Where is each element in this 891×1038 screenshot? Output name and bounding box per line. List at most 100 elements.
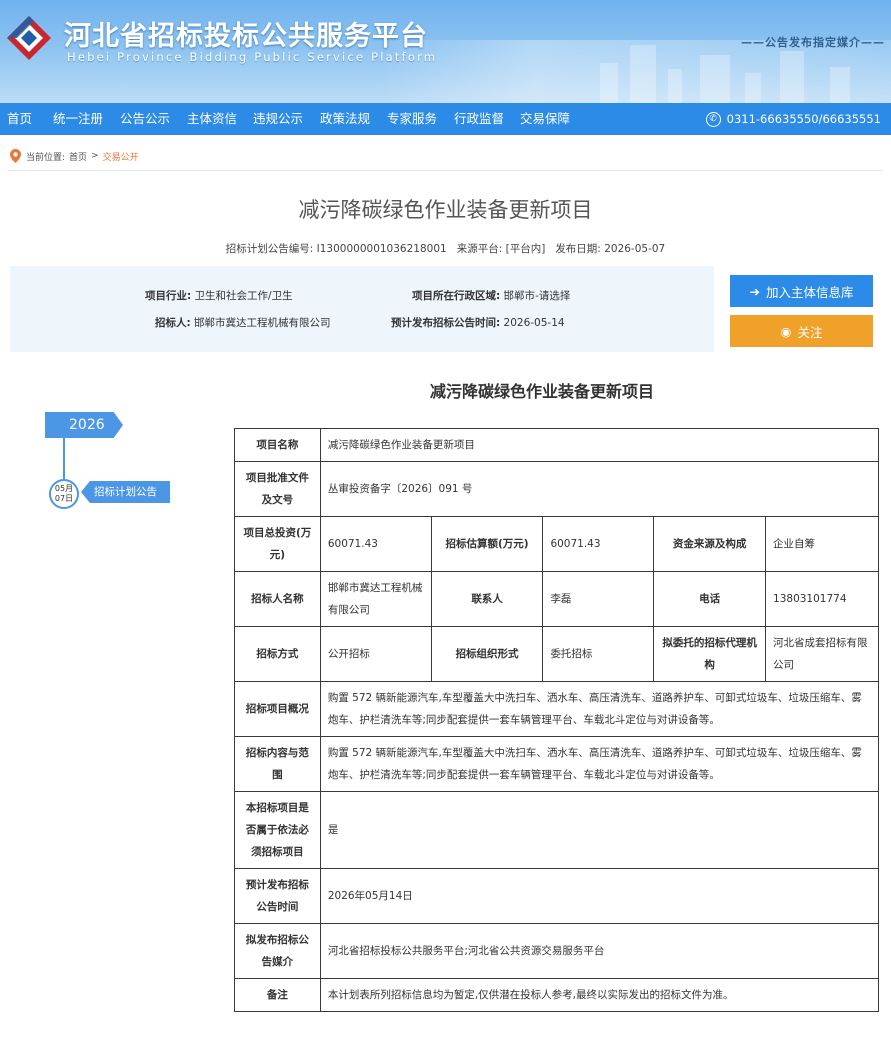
table-row: 招标人名称 邯郸市冀达工程机械有限公司 联系人 李磊 电话 1380310177…: [234, 571, 879, 627]
table-cell: 60071.43: [542, 516, 655, 572]
hotline-number: 0311-66635550/66635551: [726, 112, 881, 126]
breadcrumb-separator: >: [91, 151, 99, 161]
table-header-cell: 备注: [234, 978, 321, 1012]
planned-date-label: 预计发布招标公告时间:: [391, 317, 501, 329]
nav-item-policies[interactable]: 政策法规: [320, 103, 370, 135]
main-nav: 首页 统一注册 公告公示 主体资信 违规公示 政策法规 专家服务 行政监督 交易…: [0, 103, 891, 135]
breadcrumb: 当前位置: 首页 > 交易公开: [10, 149, 143, 163]
page-title: 减污降碳绿色作业装备更新项目: [298, 198, 593, 222]
add-button-label: 加入主体信息库: [765, 284, 854, 300]
timeline-day: 07日: [54, 494, 74, 503]
media-note: ——公告发布指定媒介——: [741, 36, 885, 49]
project-info-box: 项目行业: 卫生和社会工作/卫生 项目所在行政区域: 邯郸市-请选择 招标人: …: [10, 266, 714, 352]
banner-building: [780, 51, 804, 103]
divider: [8, 170, 883, 171]
table-cell: 是: [319, 791, 880, 869]
table-cell: 60071.43: [319, 516, 432, 572]
table-header-cell: 招标项目概况: [234, 681, 321, 737]
table-header-cell: 资金来源及构成: [653, 516, 767, 572]
table-cell: 2026年05月14日: [319, 868, 880, 924]
table-header-cell: 招标人名称: [234, 571, 321, 627]
breadcrumb-prefix: 当前位置:: [26, 152, 66, 163]
tenderer-label: 招标人:: [155, 317, 191, 329]
table-row: 项目总投资(万元) 60071.43 招标估算额(万元) 60071.43 资金…: [234, 516, 879, 572]
table-cell: 本计划表所列招标信息均为暂定,仅供潜在投标人参考,最终以实际发出的招标文件为准。: [319, 978, 880, 1012]
eye-icon: ◉: [780, 323, 792, 339]
site-logo-icon[interactable]: [4, 13, 54, 63]
table-row: 本招标项目是否属于依法必须招标项目 是: [234, 791, 880, 869]
meta-source: [平台内]: [505, 243, 546, 255]
announcement-meta: 招标计划公告编号: I1300000001036218001 来源平台: [平台…: [0, 241, 891, 256]
table-row: 招标方式 公开招标 招标组织形式 委托招标 拟委托的招标代理机构 河北省成套招标…: [234, 626, 879, 682]
meta-source-label: 来源平台:: [456, 243, 503, 255]
table-header-cell: 本招标项目是否属于依法必须招标项目: [234, 791, 321, 869]
meta-date: 2026-05-07: [604, 243, 666, 255]
info-tenderer: 招标人: 邯郸市冀达工程机械有限公司: [155, 315, 331, 330]
breadcrumb-current[interactable]: 交易公开: [103, 150, 139, 163]
site-subtitle: Hebei Province Bidding Public Service Pl…: [67, 50, 438, 64]
timeline-event-tag[interactable]: 招标计划公告: [81, 481, 170, 503]
table-cell: 丛审投资备字〔2026〕091 号: [319, 461, 880, 517]
table-row: 招标项目概况 购置 572 辆新能源汽车,车型覆盖大中洗扫车、洒水车、高压清洗车…: [234, 681, 880, 737]
meta-code: I1300000001036218001: [316, 243, 447, 255]
table-row: 项目名称 减污降碳绿色作业装备更新项目: [234, 428, 880, 462]
add-to-entity-library-button[interactable]: ➔ 加入主体信息库: [730, 275, 873, 307]
meta-date-label: 发布日期:: [555, 243, 601, 255]
tenderer-value: 邯郸市冀达工程机械有限公司: [194, 317, 331, 329]
nav-item-home[interactable]: 首页: [7, 103, 32, 135]
banner-building: [700, 55, 730, 103]
table-cell: 13803101774: [765, 571, 879, 627]
table-header-cell: 招标组织形式: [430, 626, 544, 682]
table-header-cell: 招标方式: [234, 626, 321, 682]
follow-button-label: 关注: [797, 324, 823, 340]
table-cell: 企业自筹: [765, 516, 879, 572]
table-cell: 公开招标: [319, 626, 432, 682]
industry-value: 卫生和社会工作/卫生: [194, 290, 293, 302]
table-header-cell: 拟发布招标公告媒介: [234, 923, 321, 979]
nav-item-experts[interactable]: 专家服务: [387, 103, 437, 135]
phone-icon: ✆: [705, 111, 721, 127]
nav-item-credit[interactable]: 主体资信: [187, 103, 237, 135]
site-title[interactable]: 河北省招标投标公共服务平台: [64, 14, 428, 53]
timeline-year: 2026: [45, 412, 123, 438]
timeline-date: 05月 07日: [49, 479, 79, 509]
nav-item-trade-guarantee[interactable]: 交易保障: [520, 103, 570, 135]
breadcrumb-home[interactable]: 首页: [69, 150, 87, 163]
industry-label: 项目行业:: [145, 290, 192, 302]
table-row: 备注 本计划表所列招标信息均为暂定,仅供潜在投标人参考,最终以实际发出的招标文件…: [234, 978, 880, 1012]
nav-item-register[interactable]: 统一注册: [53, 103, 103, 135]
banner-building: [600, 63, 618, 103]
region-value: 邯郸市-请选择: [503, 290, 571, 302]
banner-building: [668, 69, 682, 103]
timeline-month: 05月: [54, 484, 74, 493]
table-cell: 河北省招标投标公共服务平台;河北省公共资源交易服务平台: [319, 923, 880, 979]
table-cell: 河北省成套招标有限公司: [765, 626, 879, 682]
nav-item-violations[interactable]: 违规公示: [253, 103, 303, 135]
table-cell: 购置 572 辆新能源汽车,车型覆盖大中洗扫车、洒水车、高压清洗车、道路养护车、…: [319, 736, 880, 792]
project-table: 项目名称 减污降碳绿色作业装备更新项目 项目批准文件及文号 丛审投资备字〔202…: [234, 428, 880, 1012]
info-planned-date: 预计发布招标公告时间: 2026-05-14: [391, 315, 565, 330]
sign-in-icon: ➔: [749, 283, 760, 299]
table-cell: 委托招标: [542, 626, 655, 682]
table-row: 招标内容与范围 购置 572 辆新能源汽车,车型覆盖大中洗扫车、洒水车、高压清洗…: [234, 736, 880, 792]
table-cell: 邯郸市冀达工程机械有限公司: [319, 571, 432, 627]
table-header-cell: 预计发布招标公告时间: [234, 868, 321, 924]
table-row: 预计发布招标公告时间 2026年05月14日: [234, 868, 880, 924]
table-header-cell: 招标估算额(万元): [430, 516, 544, 572]
table-header-cell: 电话: [653, 571, 767, 627]
nav-item-supervision[interactable]: 行政监督: [454, 103, 504, 135]
nav-item-announcements[interactable]: 公告公示: [120, 103, 170, 135]
table-header-cell: 联系人: [430, 571, 544, 627]
table-header-cell: 项目批准文件及文号: [234, 461, 321, 517]
banner-building: [745, 73, 761, 103]
planned-date-value: 2026-05-14: [503, 317, 565, 329]
header-banner: 河北省招标投标公共服务平台 Hebei Province Bidding Pub…: [0, 0, 891, 103]
region-label: 项目所在行政区域:: [412, 290, 501, 302]
table-header-cell: 项目总投资(万元): [234, 516, 321, 572]
hotline: ✆ 0311-66635550/66635551: [705, 103, 881, 135]
banner-building: [830, 67, 850, 103]
info-industry: 项目行业: 卫生和社会工作/卫生: [145, 288, 293, 303]
follow-button[interactable]: ◉ 关注: [730, 315, 873, 347]
table-cell: 购置 572 辆新能源汽车,车型覆盖大中洗扫车、洒水车、高压清洗车、道路养护车、…: [319, 681, 880, 737]
table-cell: 减污降碳绿色作业装备更新项目: [319, 428, 880, 462]
